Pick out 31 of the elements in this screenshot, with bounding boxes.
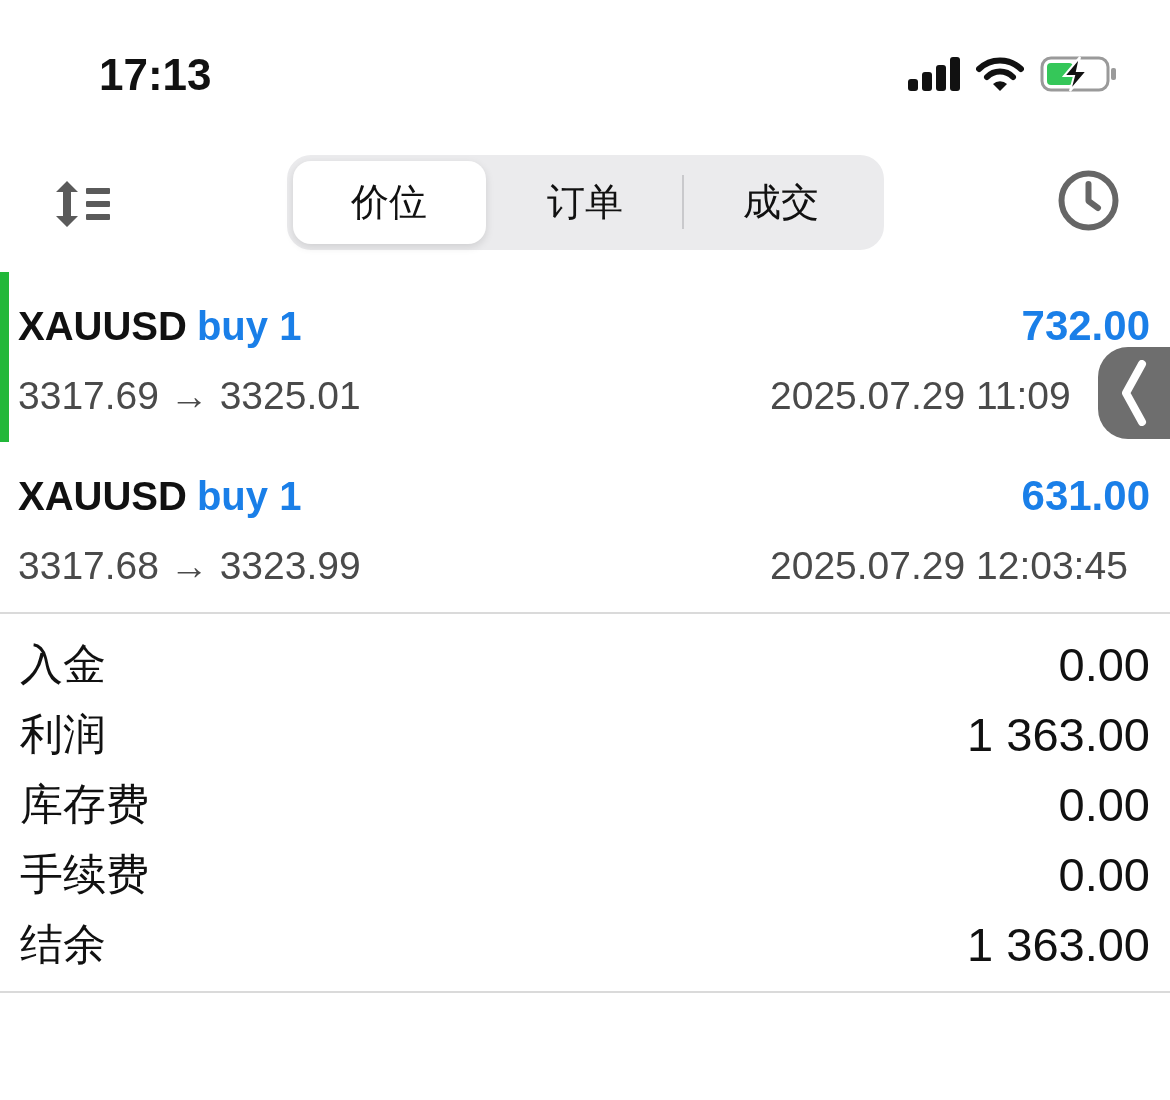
trade-time: 2025.07.29 11:09 — [770, 375, 1071, 415]
trade-time: 2025.07.29 12:03:45 — [770, 545, 1128, 585]
summary-value: 1 363.00 — [967, 710, 1150, 758]
trade-symbol: XAUUSD — [18, 306, 187, 346]
signal-icon — [908, 57, 960, 91]
summary-label: 结余 — [20, 922, 106, 966]
summary-label: 利润 — [20, 712, 106, 756]
status-time: 17:13 — [99, 52, 212, 98]
segment-tab[interactable]: 订单 — [488, 160, 682, 244]
trade-profit: 732.00 — [1021, 305, 1150, 347]
battery-charging-icon — [1040, 56, 1116, 92]
segment-tab[interactable]: 成交 — [683, 160, 878, 244]
trade-symbol: XAUUSD — [18, 476, 187, 516]
history-clock-icon[interactable] — [1058, 169, 1119, 231]
trade-side: buy 1 — [196, 476, 302, 516]
trade-side: buy 1 — [196, 306, 302, 346]
trade-prices: 3317.69 → 3325.01 — [18, 375, 361, 415]
chevron-left-icon — [1121, 360, 1147, 426]
side-drawer-handle[interactable] — [1098, 347, 1170, 439]
sort-icon[interactable] — [56, 181, 110, 227]
wifi-icon — [976, 57, 1024, 91]
segment-tab[interactable]: 价位 — [292, 160, 487, 244]
summary-label: 手续费 — [20, 852, 149, 896]
summary-value: 1 363.00 — [967, 920, 1150, 968]
summary-value: 0.00 — [1058, 850, 1150, 898]
summary-value: 0.00 — [1058, 640, 1150, 688]
summary-value: 0.00 — [1058, 780, 1150, 828]
trade-prices: 3317.68 → 3323.99 — [18, 545, 361, 585]
summary-label: 入金 — [20, 642, 106, 686]
trade-profit: 631.00 — [1021, 475, 1150, 517]
summary-label: 库存费 — [20, 782, 149, 826]
